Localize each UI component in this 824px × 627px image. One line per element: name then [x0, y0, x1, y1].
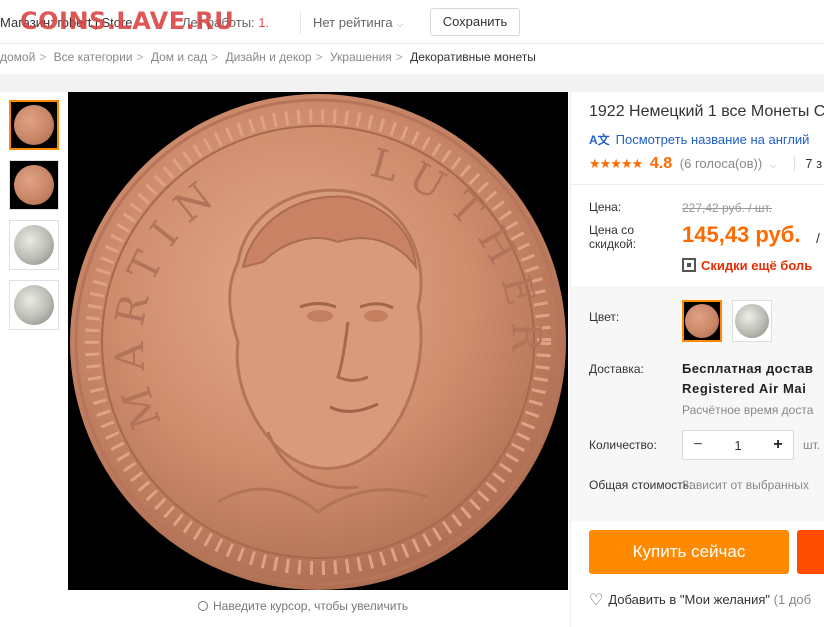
breadcrumb-home-garden[interactable]: Дом и сад: [151, 50, 207, 64]
add-to-cart-button[interactable]: [797, 530, 824, 574]
shipping-method[interactable]: Бесплатная достав: [682, 361, 813, 376]
thumbnail-2[interactable]: [9, 160, 59, 210]
chevron-down-icon: ⌵: [396, 19, 404, 29]
store-header: Магазин: robert j Store Лет работы: 1. Н…: [0, 0, 824, 44]
add-to-wishlist-link[interactable]: ♡ Добавить в "Мои желания" (1 доб: [589, 589, 811, 609]
breadcrumb-home[interactable]: домой: [0, 50, 35, 64]
color-label: Цвет:: [589, 310, 620, 324]
breadcrumb-design-decor[interactable]: Дизайн и декор: [225, 50, 311, 64]
zoom-hint: Наведите курсор, чтобы увеличить: [198, 599, 408, 613]
translate-title-link[interactable]: A文 Посмотреть название на англий: [589, 131, 809, 148]
magnifier-icon: [198, 601, 208, 611]
old-price: 227,42 руб. / шт.: [682, 201, 773, 215]
buy-now-button[interactable]: Купить сейчас: [589, 530, 789, 574]
breadcrumb: домой > Все категории > Дом и сад > Дизайн …: [0, 50, 536, 64]
product-rating: ★★★★★ 4.8 (6 голоса(ов)) ⌵ 7 з: [589, 155, 823, 173]
breadcrumb-decorations[interactable]: Украшения: [330, 50, 392, 64]
quantity-increase-button[interactable]: +: [763, 436, 793, 454]
chevron-down-icon: ⌵: [769, 160, 777, 170]
coin-thumbnail-image: [14, 285, 54, 325]
thumbnail-3[interactable]: [9, 220, 59, 270]
zoom-hint-text: Наведите курсор, чтобы увеличить: [213, 599, 409, 613]
main-product-image[interactable]: MARTIN LUTHER: [68, 92, 568, 590]
coin-swatch-image: [685, 304, 719, 338]
discount-price: 145,43 руб.: [682, 222, 801, 247]
wishlist-text: Добавить в "Мои желания": [608, 592, 771, 607]
rating-stars-icon: ★★★★★: [589, 156, 643, 171]
quantity-input[interactable]: 1: [713, 438, 763, 453]
rating-score: 4.8: [649, 155, 673, 172]
coin-image: MARTIN LUTHER: [70, 94, 566, 590]
translate-icon: A文: [589, 133, 610, 147]
thumbnail-list: [9, 100, 61, 340]
more-discounts-link[interactable]: Скидки ещё боль: [682, 256, 812, 273]
wishlist-count: (1 доб: [773, 592, 812, 607]
product-title: 1922 Немецкий 1 все Монеты С: [589, 103, 824, 120]
thumbnail-4[interactable]: [9, 280, 59, 330]
coin-swatch-image: [735, 304, 769, 338]
quantity-stepper: − 1 +: [682, 430, 794, 460]
price-label: Цена:: [589, 200, 622, 214]
more-discounts-text: Скидки ещё боль: [701, 258, 813, 273]
coin-thumbnail-image: [14, 165, 54, 205]
store-rating-text: Нет рейтинга: [313, 15, 393, 30]
discount-price-label: Цена со скидкой:: [589, 223, 637, 251]
shipping-carrier[interactable]: Registered Air Mai: [682, 381, 806, 396]
section-divider: [0, 74, 824, 92]
quantity-label: Количество:: [589, 438, 657, 452]
breadcrumb-current[interactable]: Декоративные монеты: [410, 50, 536, 64]
heart-icon: ♡: [589, 592, 604, 609]
color-swatch-silver[interactable]: [732, 300, 772, 342]
qr-code-icon: [682, 258, 696, 272]
total-label: Общая стоимость:: [589, 478, 693, 492]
divider: [571, 184, 824, 185]
total-value: Зависит от выбранных: [682, 478, 809, 492]
coin-thumbnail-image: [14, 225, 54, 265]
shipping-label: Доставка:: [589, 362, 644, 376]
thumbnail-1[interactable]: [9, 100, 59, 150]
price-unit-separator: /: [816, 230, 820, 246]
quantity-decrease-button[interactable]: −: [683, 436, 713, 454]
translate-text: Посмотреть название на англий: [615, 132, 810, 147]
store-years-value: 1: [258, 15, 266, 30]
watermark: COINS.LAVE.RU: [20, 7, 235, 35]
store-rating-dropdown[interactable]: Нет рейтинга ⌵: [300, 12, 407, 34]
breadcrumb-all-categories[interactable]: Все категории: [54, 50, 133, 64]
coin-thumbnail-image: [14, 105, 54, 145]
color-swatch-bronze[interactable]: [682, 300, 722, 342]
shipping-eta: Расчётное время доста: [682, 403, 814, 417]
quantity-unit: шт.: [803, 438, 821, 452]
orders-count: 7 з: [794, 156, 823, 171]
rating-votes[interactable]: (6 голоса(ов)): [680, 156, 762, 171]
save-store-button[interactable]: Сохранить: [430, 8, 520, 36]
